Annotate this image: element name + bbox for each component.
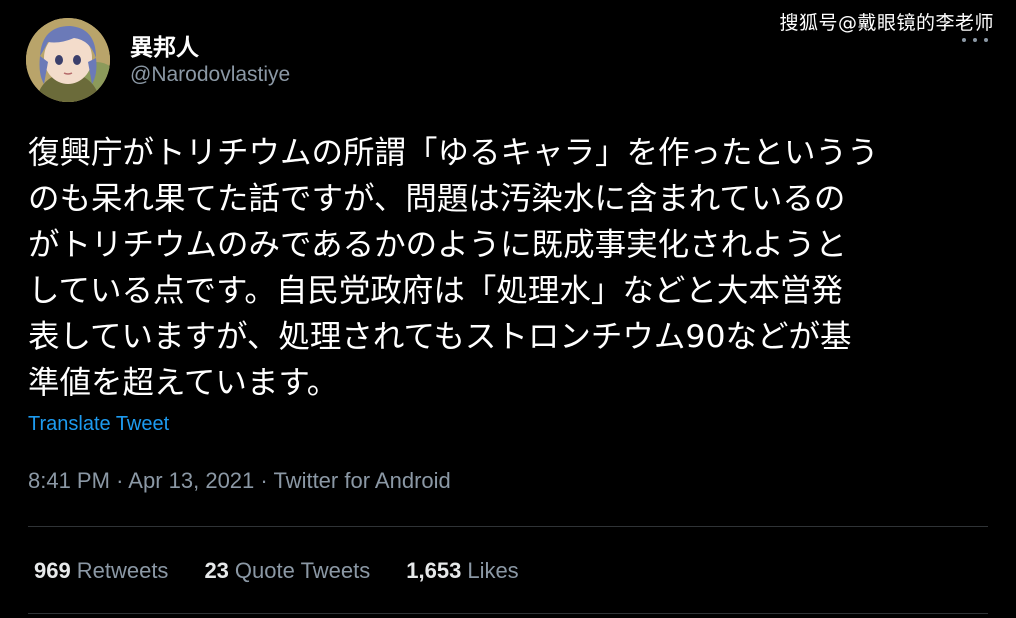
tweet-line: 復興庁がトリチウムの所謂「ゆるキャラ」を作ったというう — [28, 135, 879, 171]
tweet-meta: 8:41 PM · Apr 13, 2021 · Twitter for And… — [28, 468, 451, 494]
retweets-stat[interactable]: 969 Retweets — [34, 558, 168, 584]
user-display-name[interactable]: 異邦人 — [130, 28, 199, 62]
avatar-image — [26, 18, 110, 102]
tweet-text: 復興庁がトリチウムの所謂「ゆるキャラ」を作ったというう のも呆れ果てた話ですが、… — [28, 130, 988, 406]
quote-tweets-label: Quote Tweets — [234, 558, 371, 583]
meta-separator: · — [116, 468, 124, 493]
divider — [28, 613, 988, 614]
avatar[interactable] — [26, 18, 110, 102]
more-dot — [962, 38, 966, 42]
likes-label: Likes — [467, 558, 519, 583]
watermark: 搜狐号@戴眼镜的李老师 — [779, 12, 994, 34]
tweet-line: がトリチウムのみであるかのように既成事実化されようと — [28, 227, 847, 263]
tweet-time[interactable]: 8:41 PM — [28, 468, 110, 493]
translate-tweet-link[interactable]: Translate Tweet — [28, 413, 169, 436]
likes-stat[interactable]: 1,653 Likes — [406, 558, 518, 584]
more-dot — [973, 38, 977, 42]
tweet-line: のも呆れ果てた話ですが、問題は汚染水に含まれているの — [28, 181, 846, 217]
more-dot — [984, 38, 988, 42]
retweets-label: Retweets — [76, 558, 169, 583]
tweet-line: 準値を超えています。 — [28, 365, 339, 401]
engagement-stats: 969 Retweets 23 Quote Tweets 1,653 Likes — [34, 558, 519, 584]
tweet-source[interactable]: Twitter for Android — [273, 468, 450, 493]
tweet-date[interactable]: Apr 13, 2021 — [128, 468, 254, 493]
more-options-icon[interactable] — [962, 32, 988, 48]
tweet-line: 表していますが、処理されてもストロンチウム90などが基 — [28, 319, 852, 355]
meta-separator: · — [260, 468, 268, 493]
retweets-count: 969 — [34, 558, 71, 583]
quote-tweets-stat[interactable]: 23 Quote Tweets — [204, 558, 370, 584]
tweet-line: している点です。自民党政府は「処理水」などと大本営発 — [28, 273, 843, 309]
user-handle[interactable]: @Narodovlastiye — [130, 63, 290, 87]
likes-count: 1,653 — [406, 558, 462, 583]
quote-tweets-count: 23 — [204, 558, 229, 583]
divider — [28, 526, 988, 527]
